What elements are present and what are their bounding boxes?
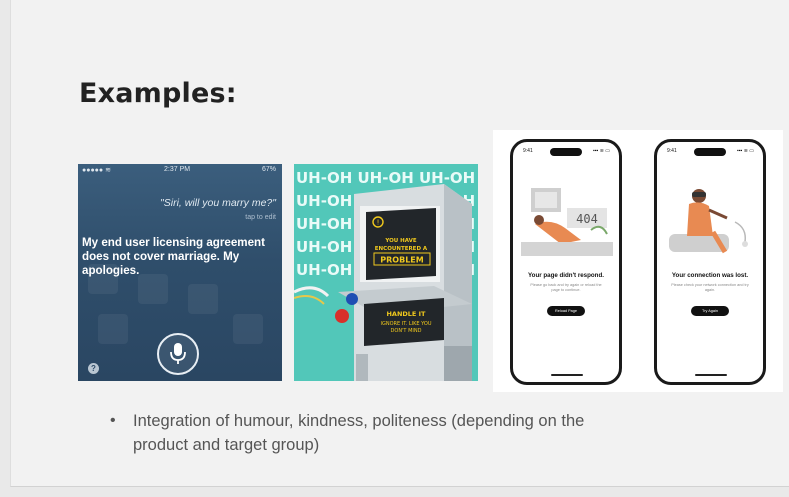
error-screens-image: 9:41 ▪▪▪ ≋ ▭ 404 Your page didn't respon…: [493, 130, 783, 392]
siri-question: "Siri, will you marry me?": [160, 197, 276, 209]
bullet-marker: •: [110, 412, 116, 429]
error-subtext: Please go back and try again or reload t…: [530, 283, 602, 292]
blurred-app-icon: [188, 284, 218, 314]
try-again-button: Try Again: [691, 306, 729, 316]
siri-example-image: ●●●●● ≋ 2:37 PM 67% "Siri, will you marr…: [78, 164, 282, 381]
error-code: 404: [576, 212, 598, 226]
blurred-app-icon: [233, 314, 263, 344]
phone-time: 9:41: [667, 148, 677, 154]
ios-status-bar: ●●●●● ≋ 2:37 PM 67%: [78, 164, 282, 176]
bullet-text: Integration of humour, kindness, politen…: [133, 412, 585, 454]
blurred-app-icon: [138, 274, 168, 304]
siri-answer: My end user licensing agreement does not…: [82, 236, 265, 277]
reload-page-button: Reload Page: [547, 306, 585, 316]
error-heading: Your connection was lost.: [671, 272, 749, 279]
panel-line-1: HANDLE IT: [386, 310, 426, 318]
phone-status-icons: ▪▪▪ ≋ ▭: [736, 148, 754, 154]
phone-notch: [694, 148, 726, 156]
battery-level: 67%: [261, 166, 276, 173]
home-indicator: [551, 374, 583, 376]
status-time: 2:37 PM: [164, 166, 191, 173]
svg-text:!: !: [377, 219, 380, 227]
vr-person-illustration: [669, 189, 748, 254]
phone-notch: [550, 148, 582, 156]
phone-right: 9:41 ▪▪▪ ≋ ▭ Your connection was lost. P…: [654, 139, 766, 385]
phone-time: 9:41: [523, 148, 533, 154]
phone-left: 9:41 ▪▪▪ ≋ ▭ 404 Your page didn't respon…: [510, 139, 622, 385]
home-indicator: [695, 374, 727, 376]
uhoh-example-image: UH-OH UH-OH UH-OH UH-OH UH-OH UH-OH UH-O…: [294, 164, 478, 381]
screen-line-1: YOU HAVE: [384, 238, 417, 244]
microphone-icon: [157, 333, 199, 375]
error-heading: Your page didn't respond.: [528, 272, 604, 279]
tap-to-edit-hint: tap to edit: [245, 214, 276, 221]
help-icon: ?: [88, 363, 99, 374]
error-subtext: Please check your network connection and…: [671, 283, 749, 292]
phone-status-icons: ▪▪▪ ≋ ▭: [592, 148, 610, 154]
panel-line-3: DON'T MIND: [391, 328, 422, 334]
screen-line-2: ENCOUNTERED A: [375, 246, 428, 252]
panel-line-2: IGNORE IT. LIKE YOU: [380, 321, 431, 327]
screen-line-3: PROBLEM: [380, 256, 423, 265]
carrier-signal: ●●●●● ≋: [82, 167, 111, 174]
arcade-machine-illustration: ! YOU HAVE ENCOUNTERED A PROBLEM HANDLE …: [294, 184, 472, 381]
blurred-app-icon: [98, 314, 128, 344]
slide-title: Examples:: [79, 78, 237, 109]
slide: Examples: ●●●●● ≋ 2:37 PM 67% "Siri, wil…: [10, 0, 789, 487]
broken-page-illustration: 404: [521, 188, 613, 256]
